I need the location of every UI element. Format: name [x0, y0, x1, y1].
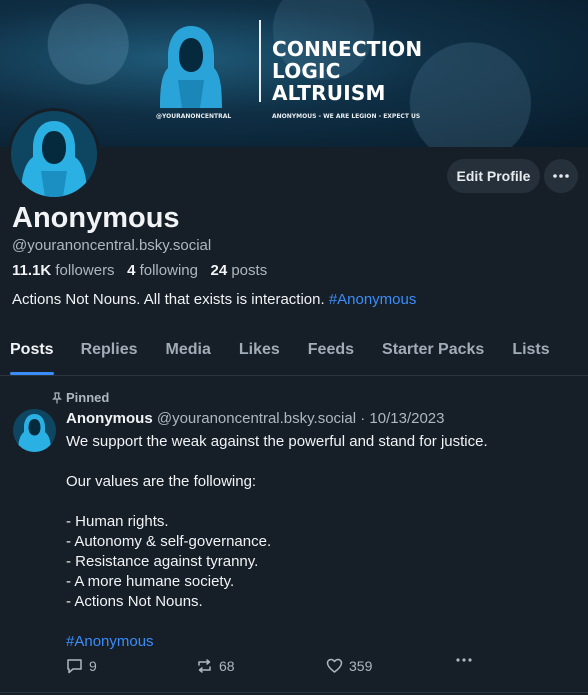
profile-handle: @youranoncentral.bsky.social	[12, 237, 212, 254]
profile-avatar[interactable]	[8, 108, 100, 200]
tab-starter-packs[interactable]: Starter Packs	[382, 330, 484, 375]
post-author-avatar[interactable]	[13, 409, 56, 452]
bio-hashtag-link[interactable]: #Anonymous	[329, 291, 417, 308]
pin-icon	[52, 391, 62, 403]
post-date[interactable]: 10/13/2023	[369, 410, 444, 427]
post-line: We support the weak against the powerful…	[66, 433, 488, 450]
post-separator: ·	[360, 410, 366, 427]
like-count: 359	[349, 658, 373, 674]
post-header: Anonymous @youranoncentral.bsky.social ·…	[66, 410, 444, 427]
banner-divider	[259, 20, 261, 102]
repost-count: 68	[219, 658, 235, 674]
following-count: 4	[127, 262, 136, 279]
more-dots-icon	[456, 658, 472, 662]
followers-label: followers	[55, 262, 115, 279]
like-button[interactable]: 359	[326, 658, 372, 674]
post-line: Our values are the following:	[66, 473, 257, 490]
tab-feeds[interactable]: Feeds	[308, 330, 354, 375]
post-more-button[interactable]	[456, 658, 472, 662]
tab-likes[interactable]: Likes	[239, 330, 280, 375]
followers-count: 11.1K	[12, 262, 52, 279]
edit-profile-button[interactable]: Edit Profile	[447, 159, 540, 193]
tab-replies[interactable]: Replies	[81, 330, 138, 375]
repost-icon	[198, 659, 211, 673]
following-link[interactable]: 4 following	[127, 262, 198, 279]
banner-line-3: ALTRUISM	[272, 81, 386, 105]
followers-link[interactable]: 11.1K followers	[12, 262, 115, 279]
post-hashtag-link[interactable]: #Anonymous	[66, 632, 576, 652]
hooded-figure-icon	[11, 111, 97, 197]
profile-tabs: Posts Replies Media Likes Feeds Starter …	[0, 330, 588, 376]
profile-bio: Actions Not Nouns. All that exists is in…	[12, 291, 416, 308]
more-dots-icon	[553, 174, 569, 178]
posts-label: posts	[231, 262, 268, 279]
banner-slogan: CONNECTION LOGIC ALTRUISM	[272, 38, 422, 104]
post-line: - A more humane society.	[66, 573, 235, 590]
bio-text: Actions Not Nouns. All that exists is in…	[12, 291, 329, 308]
posts-count: 24	[210, 262, 228, 279]
banner-handle-text: @YOURANONCENTRAL	[156, 113, 232, 120]
tab-posts[interactable]: Posts	[10, 330, 54, 375]
profile-more-button[interactable]	[544, 159, 578, 193]
post-line: - Actions Not Nouns.	[66, 593, 203, 610]
profile-stats: 11.1K followers 4 following 24 posts	[12, 262, 267, 279]
tab-posts-label: Posts	[10, 341, 54, 358]
post-line: - Human rights.	[66, 513, 169, 530]
post-line: - Autonomy & self-governance.	[66, 533, 272, 550]
pinned-label: Pinned	[66, 390, 110, 405]
tab-lists[interactable]: Lists	[512, 330, 549, 375]
post-actions: 9 68 359	[66, 658, 486, 678]
tab-media[interactable]: Media	[166, 330, 211, 375]
profile-name: Anonymous	[12, 202, 180, 234]
reply-count: 9	[89, 658, 97, 674]
repost-button[interactable]: 68	[196, 658, 235, 674]
post-line	[66, 492, 576, 512]
pinned-indicator: Pinned	[52, 390, 109, 405]
following-label: following	[139, 262, 198, 279]
post-line	[66, 452, 576, 472]
post-divider	[0, 692, 588, 693]
reply-icon	[67, 659, 82, 674]
post-body: We support the weak against the powerful…	[66, 432, 576, 652]
heart-icon	[326, 658, 343, 673]
hooded-figure-logo	[160, 26, 222, 108]
banner-line-2: LOGIC	[272, 59, 341, 83]
reply-button[interactable]: 9	[66, 658, 97, 674]
banner-line-1: CONNECTION	[272, 37, 423, 61]
post-line	[66, 612, 576, 632]
hooded-figure-icon	[13, 409, 56, 452]
active-tab-indicator	[10, 372, 54, 375]
post-author-name[interactable]: Anonymous	[66, 410, 153, 427]
post-author-handle[interactable]: @youranoncentral.bsky.social	[157, 410, 356, 427]
post-line: - Resistance against tyranny.	[66, 553, 259, 570]
banner-tagline-text: ANONYMOUS - WE ARE LEGION - EXPECT US	[272, 113, 421, 120]
